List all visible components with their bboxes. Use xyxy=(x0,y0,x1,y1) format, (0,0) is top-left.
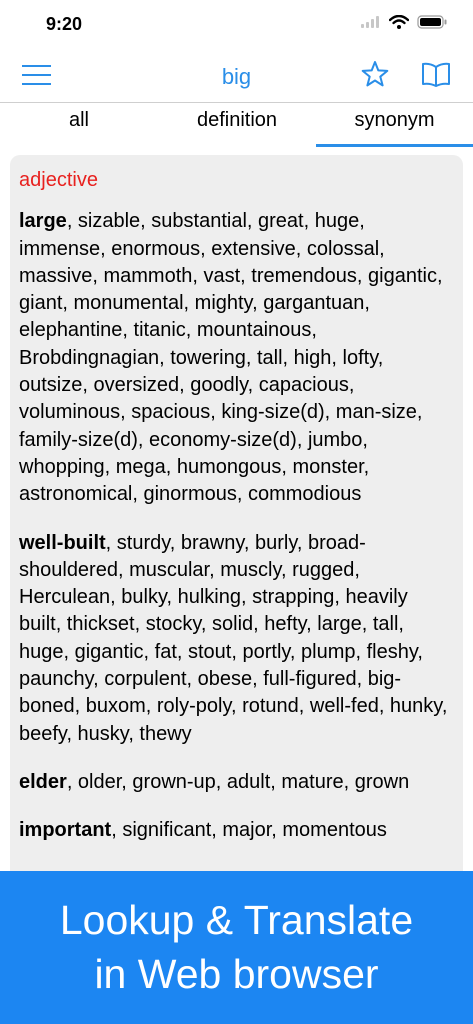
synonym-group: large, sizable, substantial, great, huge… xyxy=(19,208,454,508)
status-icons xyxy=(361,15,447,29)
synonym-headword: elder xyxy=(19,770,67,793)
status-bar: 9:20 xyxy=(0,0,473,50)
synonym-headword: well-built xyxy=(19,531,106,554)
book-icon xyxy=(422,62,450,87)
synonym-group: important, significant, major, momentous xyxy=(19,817,454,844)
tab-definition[interactable]: definition xyxy=(158,102,316,146)
synonym-list: , sturdy, brawny, burly, broad-shouldere… xyxy=(19,531,448,745)
synonym-list: , significant, major, momentous xyxy=(111,819,387,842)
promo-banner[interactable]: Lookup & Translate in Web browser xyxy=(0,871,473,1024)
favorite-button[interactable] xyxy=(361,60,389,88)
signal-icon xyxy=(361,16,379,28)
navigation-bar: big xyxy=(0,50,473,103)
battery-icon xyxy=(417,15,447,29)
banner-line-1: Lookup & Translate xyxy=(59,897,414,943)
dictionary-button[interactable] xyxy=(421,62,451,88)
tab-selected-indicator xyxy=(316,144,473,147)
tab-synonym[interactable]: synonym xyxy=(316,102,473,146)
synonym-list: , older, grown-up, adult, mature, grown xyxy=(66,770,410,793)
star-icon xyxy=(361,61,389,87)
banner-line-2: in Web browser xyxy=(94,951,379,997)
part-of-speech-label: adjective xyxy=(19,169,98,191)
tab-all[interactable]: all xyxy=(0,102,158,146)
wifi-icon xyxy=(389,15,409,29)
synonym-headword: important xyxy=(19,819,112,842)
status-time: 9:20 xyxy=(46,14,83,34)
synonym-headword: large xyxy=(19,210,67,233)
page-title: big xyxy=(221,64,252,89)
synonym-list: , sizable, substantial, great, huge, imm… xyxy=(19,210,443,506)
synonym-group: elder, older, grown-up, adult, mature, g… xyxy=(19,769,454,796)
synonym-group: well-built, sturdy, brawny, burly, broad… xyxy=(19,530,454,748)
tab-bar: all definition synonym xyxy=(0,102,473,147)
